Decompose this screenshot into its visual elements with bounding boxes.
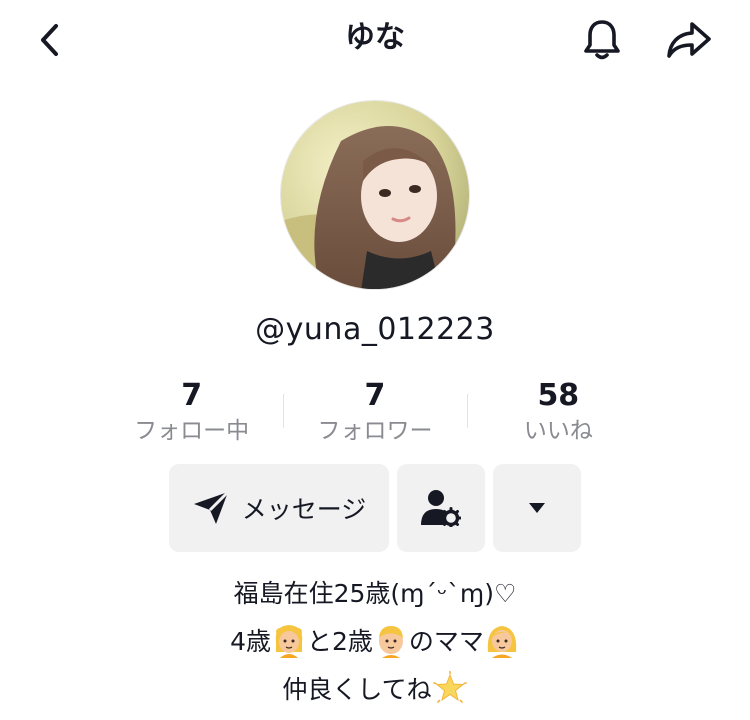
username: @yuna_012223 bbox=[255, 312, 495, 347]
bio-line-3-text: 仲良くしてね bbox=[282, 675, 432, 704]
followers-label: フォロワー bbox=[317, 418, 433, 444]
share-button[interactable] bbox=[663, 16, 715, 64]
woman-emoji-icon bbox=[487, 626, 517, 658]
top-bar: ゆな bbox=[0, 0, 750, 80]
likes-count: 58 bbox=[537, 378, 580, 413]
bell-icon bbox=[584, 20, 620, 60]
bio-line-1-text: 福島在住25歳(ɱ´ᵕ`ɱ)♡ bbox=[233, 579, 517, 608]
more-dropdown-button[interactable] bbox=[493, 464, 581, 552]
caret-down-icon bbox=[529, 503, 545, 513]
bio-line-2-part-a: 4歳 bbox=[230, 627, 271, 656]
avatar[interactable] bbox=[280, 100, 470, 290]
bio-line-3: 仲良くしてね bbox=[0, 664, 750, 712]
user-gear-icon bbox=[421, 490, 461, 527]
following-count: 7 bbox=[181, 378, 203, 413]
bio: 福島在住25歳(ɱ´ᵕ`ɱ)♡ 4歳 と2歳 のママ 仲良くしてね bbox=[0, 568, 750, 712]
bio-line-2-part-b: と2歳 bbox=[306, 627, 373, 656]
stat-likes[interactable]: 58 いいね bbox=[466, 378, 650, 450]
user-settings-button[interactable] bbox=[397, 464, 485, 552]
page-title: ゆな bbox=[345, 20, 405, 55]
glowing-star-emoji-icon bbox=[432, 671, 467, 703]
message-button[interactable]: メッセージ bbox=[169, 464, 389, 552]
stat-divider bbox=[466, 394, 468, 428]
following-label: フォロー中 bbox=[134, 418, 250, 444]
bio-line-2: 4歳 と2歳 のママ bbox=[0, 616, 750, 664]
followers-count: 7 bbox=[364, 378, 386, 413]
girl-emoji-icon bbox=[275, 625, 303, 658]
bio-line-2-part-c: のママ bbox=[408, 627, 484, 656]
notification-button[interactable] bbox=[578, 16, 626, 64]
stat-following[interactable]: 7 フォロー中 bbox=[100, 378, 283, 450]
likes-label: いいね bbox=[523, 418, 593, 444]
profile-photo bbox=[281, 101, 469, 289]
bio-line-1: 福島在住25歳(ɱ´ᵕ`ɱ)♡ bbox=[0, 568, 750, 616]
stats-row: 7 フォロー中 7 フォロワー 58 いいね bbox=[100, 378, 650, 450]
stat-followers[interactable]: 7 フォロワー bbox=[283, 378, 466, 450]
send-icon bbox=[193, 490, 229, 524]
share-arrow-icon bbox=[667, 22, 711, 58]
boy-emoji-icon bbox=[378, 626, 403, 658]
stat-divider bbox=[283, 394, 285, 428]
message-label: メッセージ bbox=[241, 495, 367, 524]
